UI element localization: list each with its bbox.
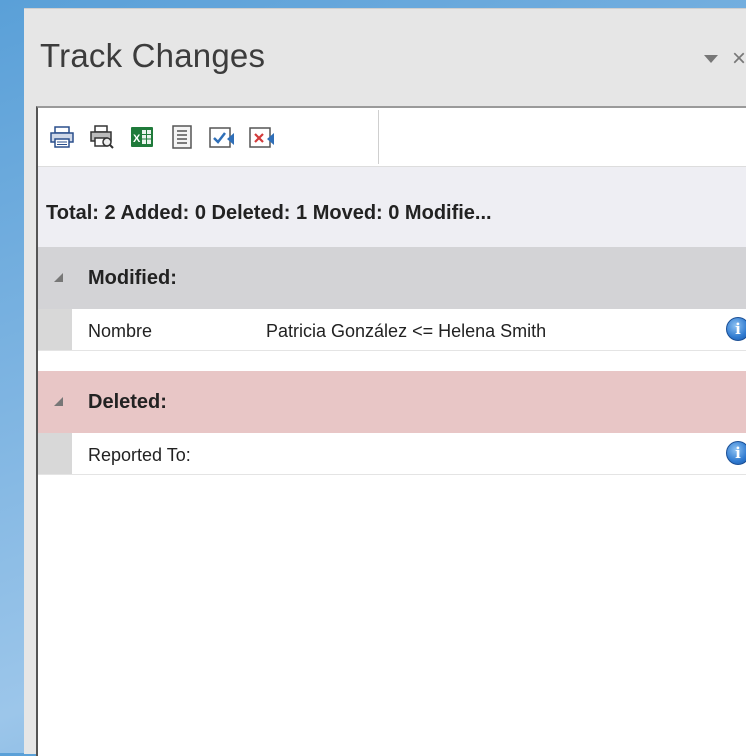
reject-changes-button[interactable] (244, 119, 280, 155)
panel-titlebar: Track Changes × (24, 9, 746, 105)
reject-changes-icon (249, 127, 274, 148)
info-icon[interactable]: i (726, 317, 746, 341)
row-field-value: Patricia González <= Helena Smith (266, 321, 547, 341)
collapse-arrow-icon[interactable] (54, 397, 63, 406)
close-icon[interactable]: × (732, 47, 746, 71)
row-field-name: Nombre (88, 321, 153, 341)
accept-changes-button[interactable] (204, 119, 240, 155)
print-icon (50, 126, 74, 148)
title-controls: × (703, 47, 746, 71)
summary-bar: Total: 2 Added: 0 Deleted: 1 Moved: 0 Mo… (38, 167, 746, 247)
panel-title: Track Changes (40, 37, 266, 74)
print-preview-icon (90, 125, 114, 149)
track-changes-panel: Track Changes × X Total: 2 Added: 0 Dele… (24, 8, 746, 756)
print-preview-button[interactable] (84, 119, 120, 155)
row-selector[interactable] (38, 433, 72, 474)
group-label: Deleted: (88, 391, 167, 413)
toolbar: X (38, 108, 746, 167)
list-report-button[interactable] (164, 119, 200, 155)
row-field-name: Reported To: (88, 445, 191, 465)
accept-changes-icon (209, 127, 234, 148)
collapse-arrow-icon[interactable] (54, 273, 63, 282)
summary-text: Total: 2 Added: 0 Deleted: 1 Moved: 0 Mo… (46, 202, 492, 224)
print-button[interactable] (44, 119, 80, 155)
table-row[interactable]: Reported To: i (38, 433, 746, 475)
row-selector[interactable] (38, 309, 72, 350)
excel-export-button[interactable]: X (124, 119, 160, 155)
group-label: Modified: (88, 267, 177, 289)
chevron-down-icon[interactable] (703, 55, 718, 63)
list-report-icon (172, 125, 192, 149)
group-header-deleted[interactable]: Deleted: (38, 371, 746, 433)
table-row[interactable]: Nombre Patricia González <= Helena Smith… (38, 309, 746, 351)
group-header-modified[interactable]: Modified: (38, 247, 746, 309)
excel-export-icon: X (131, 127, 153, 147)
info-icon[interactable]: i (726, 441, 746, 465)
panel-content: X Total: 2 Added: 0 Deleted: 1 Moved: 0 … (36, 106, 746, 756)
toolbar-group: X (40, 110, 379, 164)
excel-icon-label: X (133, 133, 141, 145)
